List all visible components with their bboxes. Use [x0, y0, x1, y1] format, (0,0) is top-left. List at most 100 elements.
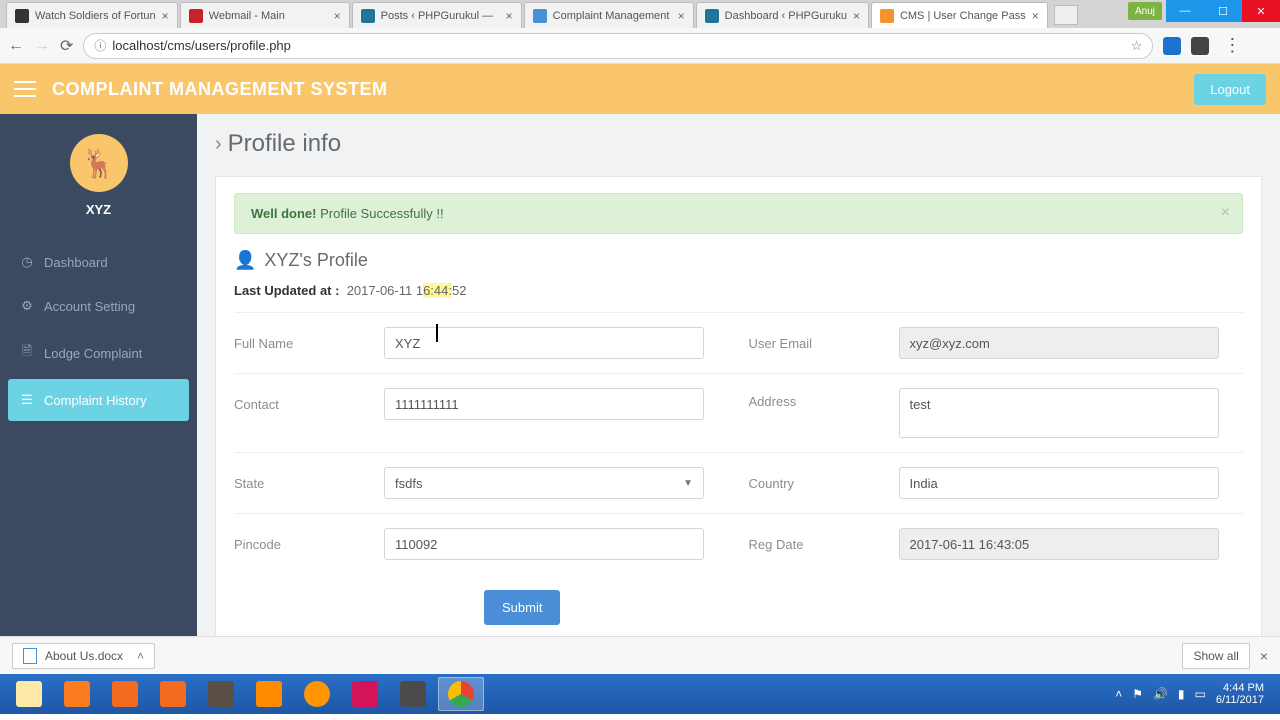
- app-header: COMPLAINT MANAGEMENT SYSTEM Logout: [0, 64, 1280, 114]
- label-email: User Email: [749, 336, 879, 351]
- sidebar-item-label: Account Setting: [44, 299, 135, 314]
- taskbar-app-gimp[interactable]: [198, 677, 244, 711]
- tab-title: Posts ‹ PHPGurukul —: [381, 10, 500, 22]
- sidebar-item-account-setting[interactable]: ⚙ Account Setting: [8, 285, 189, 327]
- list-icon: ☰: [20, 392, 34, 408]
- tray-clock[interactable]: 4:44 PM 6/11/2017: [1216, 682, 1264, 706]
- taskbar-app-firefox[interactable]: [294, 677, 340, 711]
- pincode-input[interactable]: [384, 528, 704, 560]
- doc-icon: [23, 648, 37, 664]
- favicon-icon: [361, 9, 375, 23]
- site-info-icon[interactable]: ⓘ: [94, 37, 106, 54]
- panel-title-text: XYZ's Profile: [264, 250, 367, 271]
- alert-close-icon[interactable]: ×: [1221, 204, 1230, 222]
- sidebar-item-lodge-complaint[interactable]: 🗎Lodge Complaint: [8, 329, 189, 377]
- fullname-input[interactable]: [384, 327, 704, 359]
- chevron-up-icon[interactable]: ˄: [137, 649, 144, 663]
- tray-volume-icon[interactable]: 🔊: [1153, 687, 1168, 701]
- sidebar-item-complaint-history[interactable]: ☰Complaint History: [8, 379, 189, 421]
- label-regdate: Reg Date: [749, 537, 879, 552]
- tray-flag-icon[interactable]: ⚑: [1132, 687, 1143, 701]
- tab-close-icon[interactable]: ×: [162, 9, 169, 23]
- chrome-menu-icon[interactable]: ⋮: [1223, 35, 1241, 56]
- extension-icon[interactable]: [1163, 37, 1181, 55]
- browser-tab[interactable]: Webmail - Main×: [180, 2, 350, 28]
- taskbar-app-vlc[interactable]: [246, 677, 292, 711]
- app-title: COMPLAINT MANAGEMENT SYSTEM: [52, 79, 388, 100]
- download-item[interactable]: About Us.docx ˄: [12, 643, 155, 669]
- window-close-button[interactable]: ✕: [1242, 0, 1280, 22]
- window-maximize-button[interactable]: ☐: [1204, 0, 1242, 22]
- windows-taskbar: ˄ ⚑ 🔊 ▮ ▭ 4:44 PM 6/11/2017: [0, 674, 1280, 714]
- tab-title: Watch Soldiers of Fortun: [35, 10, 156, 22]
- bookmark-star-icon[interactable]: ☆: [1131, 38, 1143, 54]
- show-all-downloads-button[interactable]: Show all: [1182, 643, 1249, 669]
- taskbar-app-explorer[interactable]: [6, 677, 52, 711]
- taskbar-app-xampp[interactable]: [54, 677, 100, 711]
- browser-tab[interactable]: Watch Soldiers of Fortun ×: [6, 2, 178, 28]
- tray-battery-icon[interactable]: ▭: [1195, 687, 1206, 701]
- updated-label: Last Updated at :: [234, 283, 339, 298]
- submit-button[interactable]: Submit: [484, 590, 560, 625]
- tab-close-icon[interactable]: ×: [1032, 9, 1039, 23]
- label-state: State: [234, 476, 364, 491]
- tab-close-icon[interactable]: ×: [853, 9, 860, 23]
- sidebar-item-dashboard[interactable]: ◷Dashboard: [8, 241, 189, 283]
- hamburger-icon[interactable]: [14, 81, 36, 97]
- country-input[interactable]: [899, 467, 1219, 499]
- tab-title: Complaint Management: [553, 10, 672, 22]
- browser-tab-strip: Watch Soldiers of Fortun × Webmail - Main…: [0, 0, 1280, 28]
- regdate-input: [899, 528, 1219, 560]
- last-updated: Last Updated at : 2017-06-11 16:44:52: [234, 283, 1243, 298]
- contact-input[interactable]: [384, 388, 704, 420]
- favicon-icon: [189, 9, 203, 23]
- label-pincode: Pincode: [234, 537, 364, 552]
- address-bar[interactable]: ⓘ localhost/cms/users/profile.php ☆: [83, 33, 1153, 59]
- success-alert: Well done! Profile Successfully !! ×: [234, 193, 1243, 234]
- address-input[interactable]: test: [899, 388, 1219, 438]
- sidebar-item-label: Lodge Complaint: [44, 346, 142, 361]
- sidebar-user-block: 🦌 XYZ: [0, 114, 197, 233]
- window-minimize-button[interactable]: —: [1166, 0, 1204, 22]
- tab-title: Dashboard ‹ PHPGuruku: [725, 10, 847, 22]
- taskbar-app-sublime[interactable]: [390, 677, 436, 711]
- state-select[interactable]: fsdfs ▼: [384, 467, 704, 499]
- browser-tab[interactable]: Complaint Management ×: [524, 2, 694, 28]
- alert-strong: Well done!: [251, 206, 316, 221]
- tab-close-icon[interactable]: ×: [334, 9, 341, 23]
- favicon-icon: [15, 9, 29, 23]
- tray-chevron-up-icon[interactable]: ˄: [1115, 687, 1122, 701]
- page-title: ›Profile info: [215, 130, 1262, 158]
- back-button[interactable]: ←: [8, 37, 24, 55]
- forward-button[interactable]: →: [34, 37, 50, 55]
- system-tray: ˄ ⚑ 🔊 ▮ ▭ 4:44 PM 6/11/2017: [1115, 682, 1274, 706]
- content-area: ›Profile info Well done! Profile Success…: [197, 114, 1280, 636]
- taskbar-app[interactable]: [150, 677, 196, 711]
- label-fullname: Full Name: [234, 336, 364, 351]
- browser-tab[interactable]: Dashboard ‹ PHPGuruku ×: [696, 2, 869, 28]
- browser-tab[interactable]: Posts ‹ PHPGurukul — ×: [352, 2, 522, 28]
- reload-button[interactable]: ⟳: [60, 36, 73, 56]
- sidebar-username: XYZ: [86, 202, 111, 217]
- chevron-down-icon: ▼: [683, 478, 693, 489]
- tray-date: 6/11/2017: [1216, 694, 1264, 706]
- taskbar-app-acrobat[interactable]: [342, 677, 388, 711]
- url-text: localhost/cms/users/profile.php: [112, 38, 290, 53]
- tab-close-icon[interactable]: ×: [506, 9, 513, 23]
- taskbar-app[interactable]: [102, 677, 148, 711]
- extension-icon[interactable]: [1191, 37, 1209, 55]
- download-shelf-close-icon[interactable]: ×: [1260, 648, 1268, 664]
- taskbar-app-chrome[interactable]: [438, 677, 484, 711]
- label-address: Address: [749, 388, 879, 409]
- state-value: fsdfs: [395, 476, 422, 491]
- browser-tab-active[interactable]: CMS | User Change Pass×: [871, 2, 1048, 28]
- tray-time: 4:44 PM: [1216, 682, 1264, 694]
- new-tab-button[interactable]: [1054, 5, 1078, 25]
- chrome-user-badge[interactable]: Anuj: [1128, 2, 1162, 20]
- browser-toolbar: ← → ⟳ ⓘ localhost/cms/users/profile.php …: [0, 28, 1280, 64]
- gear-icon: ⚙: [20, 298, 34, 314]
- updated-time: 2017-06-11 16:44:52: [347, 283, 467, 298]
- tab-close-icon[interactable]: ×: [678, 9, 685, 23]
- tray-network-icon[interactable]: ▮: [1178, 687, 1185, 701]
- logout-button[interactable]: Logout: [1194, 74, 1266, 105]
